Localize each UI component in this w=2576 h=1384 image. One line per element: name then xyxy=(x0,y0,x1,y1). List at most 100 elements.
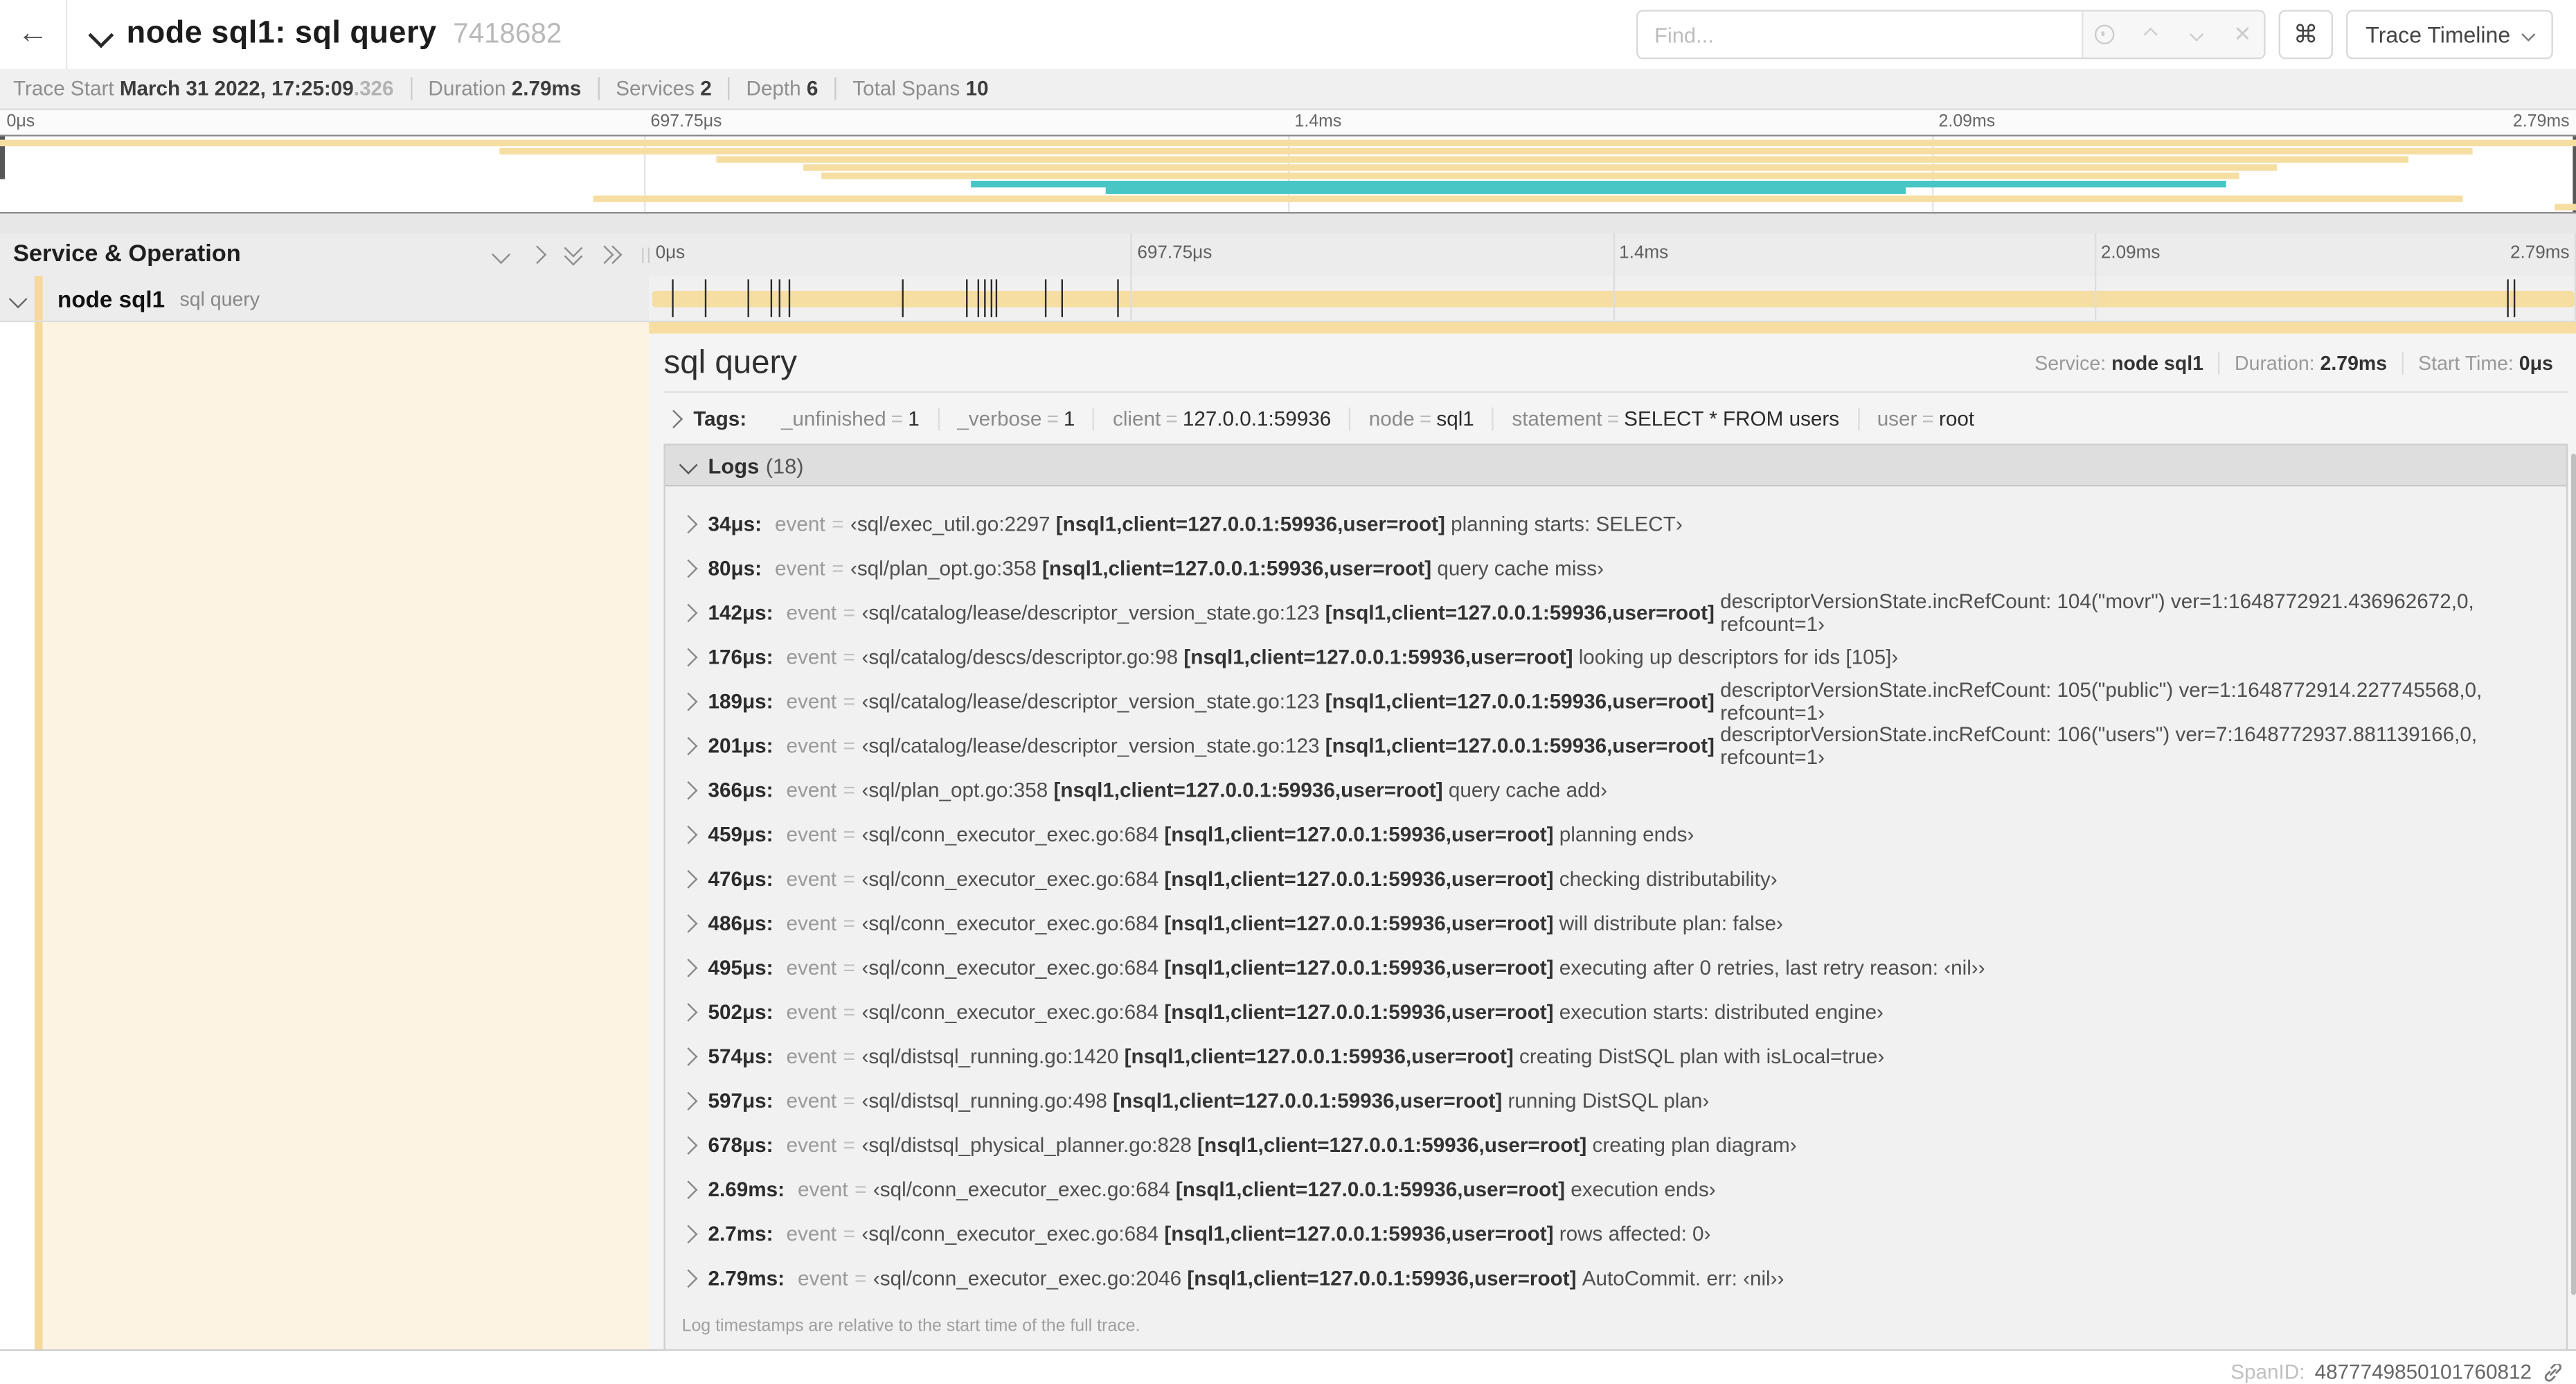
log-entry-row[interactable]: 476μs: event = ‹sql/conn_executor_exec.go:6… xyxy=(665,856,2566,901)
timeline-gridline xyxy=(1612,233,1614,276)
copy-link-icon[interactable] xyxy=(2541,1360,2564,1383)
trace-stats-bar: Trace Start March 31 2022, 17:25:09.326 … xyxy=(0,69,2576,110)
span-row-name-cell[interactable]: node sql1 sql query xyxy=(0,276,650,321)
view-type-dropdown[interactable]: Trace Timeline xyxy=(2345,10,2553,60)
prev-match-icon[interactable] xyxy=(2139,23,2162,46)
timeline-gridline xyxy=(1612,276,1614,321)
log-entry-row[interactable]: 142μs: event = ‹sql/catalog/lease/descripto… xyxy=(665,589,2566,635)
log-marker xyxy=(1061,279,1063,317)
tick-label: 1.4ms xyxy=(1294,112,1342,132)
logs-section: Logs (18) 34μs: event = ‹sql/exec_util.go:2… xyxy=(663,443,2568,1351)
tags-row[interactable]: Tags: _unfinished = 1 _verbose = 1 client = 127.… xyxy=(663,393,2568,444)
log-marker xyxy=(779,279,782,317)
log-marker xyxy=(746,279,749,317)
tag-item-statement: statement = SELECT * FROM users xyxy=(1492,407,1857,431)
span-id-value: 4877749850101760812 xyxy=(2314,1360,2532,1384)
minimap-span-bar xyxy=(803,163,2278,170)
tick-label: 697.75μs xyxy=(650,112,722,132)
tick-label: 697.75μs xyxy=(1137,243,1213,263)
tick-label: 0μs xyxy=(6,112,35,132)
log-entry-row[interactable]: 2.69ms: event = ‹sql/conn_executor_exec.go:… xyxy=(665,1166,2566,1211)
log-entry-row[interactable]: 201μs: event = ‹sql/catalog/lease/descripto… xyxy=(665,722,2566,768)
timeline-tick-labels: 0μs 697.75μs 1.4ms 2.09ms 2.79ms xyxy=(649,233,2576,276)
span-service-name: node sql1 xyxy=(57,285,166,312)
minimap-span-bar xyxy=(1104,188,1906,195)
back-button[interactable]: ← xyxy=(0,0,68,69)
log-entry-row[interactable]: 189μs: event = ‹sql/catalog/lease/descripto… xyxy=(665,678,2566,724)
collapse-one-icon[interactable] xyxy=(492,245,511,265)
log-expand-chevron-icon xyxy=(679,1135,698,1154)
span-row-timeline-cell[interactable] xyxy=(649,276,2576,321)
minimap-span-bar xyxy=(499,148,2474,154)
log-expand-chevron-icon xyxy=(679,1180,698,1198)
log-entry-row[interactable]: 486μs: event = ‹sql/conn_executor_exec.go:6… xyxy=(665,901,2566,945)
expand-one-icon[interactable] xyxy=(528,245,547,265)
logs-header[interactable]: Logs (18) xyxy=(665,445,2566,487)
trace-minimap[interactable] xyxy=(0,134,2576,214)
detail-left-gutter xyxy=(0,322,650,1349)
log-expand-chevron-icon xyxy=(679,603,698,622)
tags-label: Tags: xyxy=(693,407,747,431)
focus-match-icon[interactable] xyxy=(2093,23,2116,46)
expand-all-icon[interactable] xyxy=(595,245,623,265)
minimap-tick-labels: 0μs 697.75μs 1.4ms 2.09ms 2.79ms xyxy=(0,109,2576,135)
trace-title-chevron-down-icon[interactable] xyxy=(88,21,114,48)
log-entry-row[interactable]: 366μs: event = ‹sql/plan_opt.go:358 [nsql1,… xyxy=(665,768,2566,812)
log-entry-row[interactable]: 502μs: event = ‹sql/conn_executor_exec.go:6… xyxy=(665,989,2566,1033)
logs-footer-note: Log timestamps are relative to the start… xyxy=(681,1316,1141,1336)
service-operation-header: Service & Operation xyxy=(12,241,241,268)
log-entry-row[interactable]: 80μs: event = ‹sql/plan_opt.go:358 [nsql1,c… xyxy=(665,546,2566,590)
span-operation-name: sql query xyxy=(179,287,260,310)
find-buttons: ✕ xyxy=(2081,11,2264,58)
collapse-all-icon[interactable] xyxy=(564,238,583,266)
span-collapse-chevron-icon[interactable] xyxy=(0,289,36,308)
log-expand-chevron-icon xyxy=(679,558,698,578)
tick-label: 2.09ms xyxy=(1938,112,1996,132)
log-entry-row[interactable]: 495μs: event = ‹sql/conn_executor_exec.go:6… xyxy=(665,945,2566,989)
top-bar: ← node sql1: sql query 7418682 ✕ ⌘ Trace… xyxy=(0,0,2576,71)
tag-item-client: client = 127.0.0.1:59936 xyxy=(1093,407,1350,431)
span-detail-card: sql query Service: node sql1 Duration: 2… xyxy=(663,335,2568,1384)
expanded-row-backdrop xyxy=(42,322,650,1349)
span-detail-row: sql query Service: node sql1 Duration: 2… xyxy=(0,322,2576,1384)
log-entry-row[interactable]: 459μs: event = ‹sql/conn_executor_exec.go:6… xyxy=(665,812,2566,856)
log-marker xyxy=(977,279,980,317)
log-entry-row[interactable]: 34μs: event = ‹sql/exec_util.go:2297 [nsql1… xyxy=(665,502,2566,546)
tag-item-user: user = root xyxy=(1857,407,1992,431)
log-marker xyxy=(902,279,904,317)
log-entry-row[interactable]: 597μs: event = ‹sql/distsql_running.go:498 … xyxy=(665,1078,2566,1122)
log-entry-row[interactable]: 2.79ms: event = ‹sql/conn_executor_exec.go:… xyxy=(665,1256,2566,1300)
span-detail-panel: sql query Service: node sql1 Duration: 2… xyxy=(649,322,2576,1384)
trace-timeline-page: ← node sql1: sql query 7418682 ✕ ⌘ Trace… xyxy=(0,0,2576,1384)
clear-find-icon[interactable]: ✕ xyxy=(2231,21,2254,46)
meta-service: Service: node sql1 xyxy=(2034,351,2203,375)
keyboard-shortcuts-button[interactable]: ⌘ xyxy=(2278,10,2333,60)
log-expand-chevron-icon xyxy=(679,913,698,932)
minimap-right-handle[interactable] xyxy=(2572,136,2576,213)
log-marker xyxy=(984,279,987,317)
find-input[interactable] xyxy=(1638,11,2082,58)
trace-id: 7418682 xyxy=(453,18,562,50)
log-marker xyxy=(1045,279,1048,317)
tag-item-node: node = sql1 xyxy=(1349,407,1492,431)
log-expand-chevron-icon xyxy=(679,691,698,711)
log-entry-row[interactable]: 176μs: event = ‹sql/catalog/descs/descripto… xyxy=(665,635,2566,679)
logs-count: (18) xyxy=(765,452,804,478)
trace-title: node sql1: sql query xyxy=(126,16,437,51)
log-entry-row[interactable]: 2.7ms: event = ‹sql/conn_executor_exec.go:6… xyxy=(665,1212,2566,1256)
timeline-gridline xyxy=(2574,233,2576,276)
log-marker xyxy=(965,279,968,317)
minimap-span-bar xyxy=(716,155,2409,163)
span-id-label: SpanID: xyxy=(2230,1360,2305,1384)
log-entry-row[interactable]: 678μs: event = ‹sql/distsql_physical_planne… xyxy=(665,1122,2566,1166)
log-expand-chevron-icon xyxy=(679,514,698,533)
log-entry-row[interactable]: 574μs: event = ‹sql/distsql_running.go:1420… xyxy=(665,1033,2566,1078)
stat-trace-start: Trace Start March 31 2022, 17:25:09.326 xyxy=(12,77,394,100)
log-expand-chevron-icon xyxy=(679,736,698,755)
tags-expand-chevron-icon xyxy=(664,409,683,429)
minimap-span-bar xyxy=(592,196,2463,203)
log-marker xyxy=(787,279,789,317)
log-marker xyxy=(2507,279,2509,317)
next-match-icon[interactable] xyxy=(2185,23,2208,46)
detail-scrollbar-thumb[interactable] xyxy=(2570,453,2576,1295)
